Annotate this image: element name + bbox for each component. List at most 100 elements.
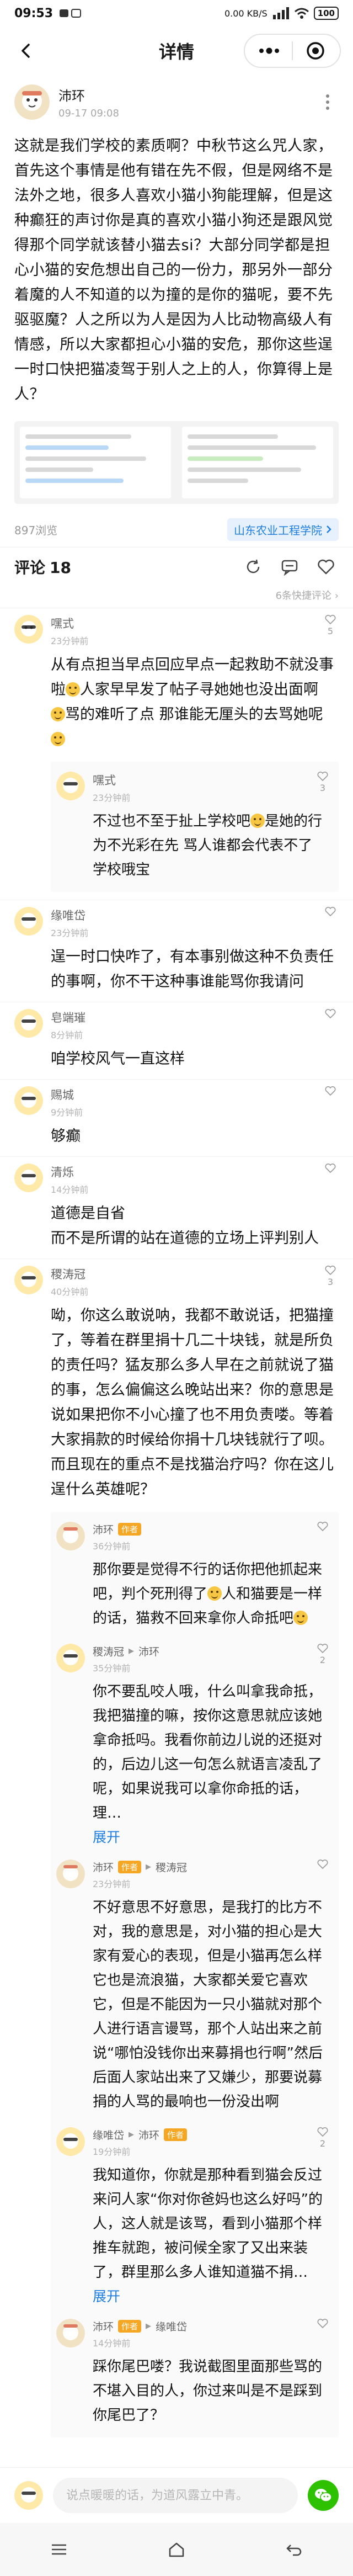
comment-like-button[interactable]: 5 xyxy=(322,615,339,647)
post-time: 09-17 09:08 xyxy=(58,108,119,119)
commenter-name[interactable]: 清烁 xyxy=(51,1164,88,1180)
chevron-right-icon xyxy=(327,525,331,533)
refresh-button[interactable] xyxy=(240,554,266,580)
heart-icon xyxy=(325,615,336,625)
replier-name[interactable]: 沛环 xyxy=(93,2319,114,2334)
commenter-name[interactable]: 嘿式 xyxy=(51,615,88,631)
quick-comments-link[interactable]: 6条快捷评论 › xyxy=(0,586,353,608)
commenter-avatar[interactable] xyxy=(56,2127,85,2156)
comment-button[interactable] xyxy=(277,554,302,580)
post-image[interactable] xyxy=(14,421,339,504)
reply-target-name[interactable]: 稷涛冠 xyxy=(156,1860,187,1874)
reply-like-button[interactable] xyxy=(314,1860,331,1890)
reply-target-name[interactable]: 缘唯岱 xyxy=(156,2319,187,2334)
reply-like-button[interactable]: 3 xyxy=(314,772,331,804)
more-dots-icon xyxy=(259,47,279,54)
comment-like-button[interactable] xyxy=(322,1164,339,1196)
comment-meta: 缘唯岱 23分钟前 xyxy=(51,907,88,939)
commenter-avatar[interactable] xyxy=(14,1009,43,1038)
commenter-name[interactable]: 赐城 xyxy=(51,1086,83,1103)
comment-like-button[interactable] xyxy=(322,907,339,939)
reply-like-button[interactable]: 2 xyxy=(314,1644,331,1674)
reply-meta: 沛环 作者 36分钟前 xyxy=(93,1522,142,1552)
commenter-avatar[interactable] xyxy=(14,1164,43,1192)
comment-item: 稷涛冠 40分钟前 3 呦，你这么敢说呐，我都不敢说话，把猫撞了，等着在群里捐十… xyxy=(0,1258,353,2445)
commenter-name[interactable]: 缘唯岱 xyxy=(51,907,88,923)
post-body: 这就是我们学校的素质啊？中秋节这么咒人家，首先这个事情是他有错在先不假，但是网络… xyxy=(14,137,333,403)
replier-name[interactable]: 嘿式 xyxy=(93,772,130,788)
wifi-icon xyxy=(294,8,309,19)
author-badge: 作者 xyxy=(118,2320,142,2333)
comment-text: 够癫 xyxy=(51,1128,81,1145)
comment-item: 缘唯岱 23分钟前 逞一时口快咋了，有本事别做这种不负责任的事啊，你不干这种事谁… xyxy=(0,900,353,1002)
commenter-avatar[interactable] xyxy=(14,615,43,644)
reply-name-row: 沛环 作者 xyxy=(93,1522,142,1537)
reply-like-button[interactable] xyxy=(314,2319,331,2349)
back-button[interactable] xyxy=(12,37,40,65)
post-footer: 897浏览 山东农业工程学院 xyxy=(14,518,339,541)
replier-name[interactable]: 缘唯岱 xyxy=(93,2127,124,2142)
commenter-avatar[interactable] xyxy=(56,772,85,800)
reply-arrow-icon: ▶ xyxy=(129,1647,135,1655)
reply-name-row: 沛环 作者 ▶ 稷涛冠 xyxy=(93,1860,187,1874)
thumb-line xyxy=(188,456,263,461)
replier-name[interactable]: 沛环 xyxy=(93,1522,114,1537)
post-more-button[interactable] xyxy=(317,88,339,116)
commenter-avatar[interactable] xyxy=(56,1522,85,1550)
comment-main: 皂端璀 8分钟前 咱学校风气一直这样 xyxy=(51,1009,339,1071)
commenter-avatar[interactable] xyxy=(56,1860,85,1888)
commenter-avatar[interactable] xyxy=(14,1086,43,1115)
my-avatar[interactable] xyxy=(14,2481,43,2510)
commenter-avatar[interactable] xyxy=(56,1644,85,1672)
reply-like-button[interactable]: 2 xyxy=(314,2127,331,2158)
comment-like-button[interactable] xyxy=(322,1086,339,1118)
school-tag[interactable]: 山东农业工程学院 xyxy=(227,518,339,541)
reply-text: 不过也不至于扯上学校吧 是她的行为不光彩在先 骂人谁都会代表不了学校哦宝 xyxy=(93,809,327,882)
commenter-avatar[interactable] xyxy=(14,1266,43,1294)
system-menu-button[interactable] xyxy=(42,2533,76,2566)
heart-icon xyxy=(317,772,328,782)
expand-link[interactable]: 展开 xyxy=(93,2286,331,2306)
reply-meta: 稷涛冠 ▶ 沛环 35分钟前 xyxy=(93,1644,159,1674)
reply-meta: 缘唯岱 ▶ 沛环 作者 19分钟前 xyxy=(93,2127,188,2158)
thumb-line xyxy=(188,468,301,472)
commenter-name[interactable]: 皂端璀 xyxy=(51,1009,85,1026)
like-post-button[interactable] xyxy=(313,554,339,580)
replier-name[interactable]: 沛环 xyxy=(93,1860,114,1874)
reply-target-name[interactable]: 沛环 xyxy=(138,2127,159,2142)
wechat-share-button[interactable] xyxy=(308,2480,339,2511)
commenter-name[interactable]: 稷涛冠 xyxy=(51,1266,88,1282)
reply-like-count: 2 xyxy=(319,1655,326,1665)
author-meta: 沛环 09-17 09:08 xyxy=(58,85,317,119)
battery-indicator: 100 xyxy=(313,7,339,20)
author-avatar[interactable] xyxy=(14,84,50,120)
reply-text: 那你要是觉得不行的话你把他抓起来吧，判个死刑得了 人和猫要是一样的话，猫救不回来拿… xyxy=(93,1558,327,1630)
system-back-button[interactable] xyxy=(277,2533,311,2566)
commenter-avatar[interactable] xyxy=(14,907,43,936)
expand-link[interactable]: 展开 xyxy=(93,1826,331,1846)
menu-button[interactable] xyxy=(253,37,286,65)
reply-meta: 嘿式 23分钟前 xyxy=(93,772,130,804)
comment-meta: 皂端璀 8分钟前 xyxy=(51,1009,85,1041)
reply-target-name[interactable]: 沛环 xyxy=(138,1644,159,1659)
menu-lines-icon xyxy=(51,2544,66,2555)
author-name[interactable]: 沛环 xyxy=(58,85,317,104)
grin-emoji-icon xyxy=(293,1611,308,1625)
commenter-avatar[interactable] xyxy=(56,2319,85,2347)
signal-icon xyxy=(272,7,289,19)
reply-like-button[interactable] xyxy=(314,1522,331,1552)
comment-like-button[interactable]: 3 xyxy=(322,1266,339,1298)
close-miniprogram-button[interactable] xyxy=(299,37,332,65)
author-badge: 作者 xyxy=(118,1523,142,1536)
reply-top: 稷涛冠 ▶ 沛环 35分钟前 2 xyxy=(93,1644,331,1674)
system-home-button[interactable] xyxy=(160,2533,193,2566)
reply-main: 嘿式 23分钟前 3 不过也不至于扯上学校吧 是她的行为不光彩在先 骂人谁都会代… xyxy=(93,772,331,882)
replier-name[interactable]: 稷涛冠 xyxy=(93,1644,124,1659)
comment-input[interactable] xyxy=(53,2478,298,2513)
comment-meta: 清烁 14分钟前 xyxy=(51,1164,88,1196)
thumb-line xyxy=(25,468,94,472)
app-page: 09:53 0.00 KB/S 100 详情 沛环 09-17 09:08 这就… xyxy=(0,0,353,2576)
comment-like-button[interactable] xyxy=(322,1009,339,1041)
comment-text: 道德是自省 而不是所谓的站在道德的立场上评判别人 xyxy=(51,1205,319,1247)
reply-time: 19分钟前 xyxy=(93,2147,131,2157)
